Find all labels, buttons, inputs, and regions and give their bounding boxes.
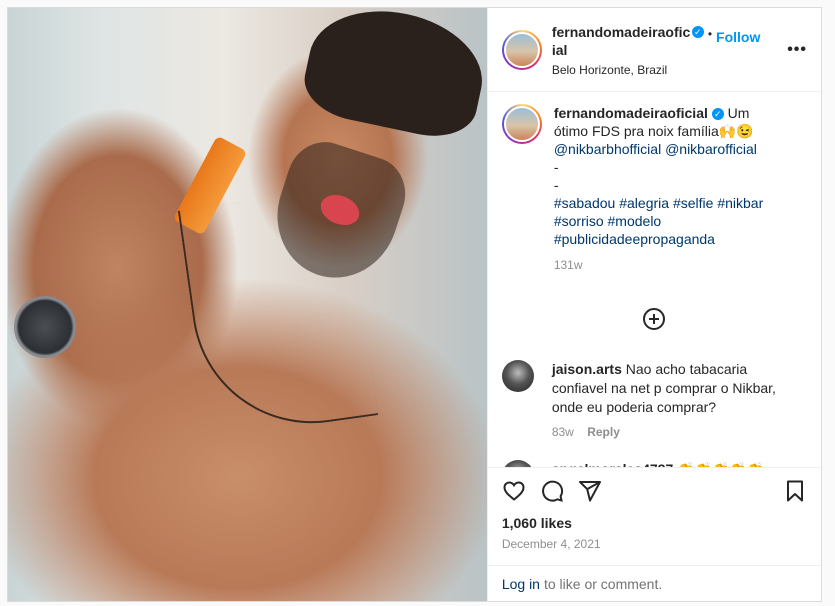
caption: fernandomadeiraoficial ✓ Um ótimo FDS pr… — [501, 104, 807, 274]
caption-dash: - — [553, 177, 559, 193]
caption-username[interactable]: fernandomadeiraoficial — [554, 105, 708, 121]
action-bar — [487, 467, 821, 513]
comments-section[interactable]: fernandomadeiraoficial ✓ Um ótimo FDS pr… — [488, 92, 821, 467]
hashtag-link[interactable]: #sorriso — [554, 213, 604, 229]
post-date: December 4, 2021 — [501, 537, 601, 551]
post-photo[interactable] — [8, 8, 487, 601]
login-prompt: Log in to like or comment. — [487, 565, 821, 601]
header-separator: • — [707, 26, 713, 41]
commenter-username[interactable]: jaison.arts — [552, 361, 622, 377]
caption-body: fernandomadeiraoficial ✓ Um ótimo FDS pr… — [554, 104, 779, 274]
verified-badge-icon: ✓ — [711, 108, 724, 121]
comment-body: angelmorales4787 👏👏👏👏👏 — [552, 460, 792, 467]
hashtag-link[interactable]: #modelo — [608, 213, 662, 229]
post: fernandomadeiraoficial ✓ • Follow Belo H… — [7, 7, 822, 602]
post-side-panel: fernandomadeiraoficial ✓ • Follow Belo H… — [486, 8, 821, 601]
caption-time[interactable]: 131w — [554, 256, 779, 274]
comment-time[interactable]: 83w — [552, 425, 574, 439]
likes-count[interactable]: 1,060 likes — [488, 513, 821, 531]
photo-watch — [14, 296, 76, 358]
login-link[interactable]: Log in — [502, 576, 540, 592]
hashtag-link[interactable]: #nikbar — [717, 195, 763, 211]
commenter-username[interactable]: angelmorales4787 — [552, 461, 673, 467]
hashtag-link[interactable]: #alegria — [619, 195, 669, 211]
author-username[interactable]: fernandomadeiraoficial — [552, 23, 692, 59]
photo-necklace — [177, 187, 379, 439]
verified-badge-icon: ✓ — [691, 25, 704, 38]
more-options-icon[interactable]: ••• — [787, 41, 807, 59]
hashtag-link[interactable]: #selfie — [673, 195, 713, 211]
share-send-icon[interactable] — [578, 479, 602, 503]
hashtag-link[interactable]: #publicidadeepropaganda — [554, 231, 715, 247]
photo-hair — [297, 8, 487, 145]
mention-link[interactable]: @nikbarofficial — [665, 141, 757, 157]
hashtag-link[interactable]: #sabadou — [554, 195, 616, 211]
like-heart-icon[interactable] — [502, 479, 526, 503]
comment-item: jaison.arts Nao acho tabacaria confiavel… — [501, 360, 807, 442]
comment-body: jaison.arts Nao acho tabacaria confiavel… — [552, 360, 792, 442]
comment-text: 👏👏👏👏👏 — [677, 461, 764, 467]
mention-link[interactable]: @nikbarbhofficial — [554, 141, 661, 157]
post-header: fernandomadeiraoficial ✓ • Follow Belo H… — [487, 8, 821, 92]
author-info: fernandomadeiraoficial ✓ • Follow Belo H… — [552, 23, 775, 77]
commenter-avatar[interactable] — [501, 460, 534, 467]
comment-bubble-icon[interactable] — [540, 479, 564, 503]
login-prompt-text: to like or comment. — [543, 575, 663, 592]
save-bookmark-icon[interactable] — [783, 479, 807, 503]
reply-button[interactable]: Reply — [587, 425, 620, 439]
caption-author-avatar[interactable] — [501, 104, 542, 144]
load-more-comments-icon[interactable] — [643, 308, 666, 330]
post-location[interactable]: Belo Horizonte, Brazil — [552, 63, 775, 77]
comment-meta: 83w Reply — [552, 423, 792, 442]
author-avatar[interactable] — [501, 29, 542, 70]
follow-button[interactable]: Follow — [716, 29, 760, 45]
caption-dash: - — [553, 159, 559, 175]
commenter-avatar[interactable] — [501, 360, 534, 392]
comment-item: angelmorales4787 👏👏👏👏👏 — [501, 460, 807, 467]
